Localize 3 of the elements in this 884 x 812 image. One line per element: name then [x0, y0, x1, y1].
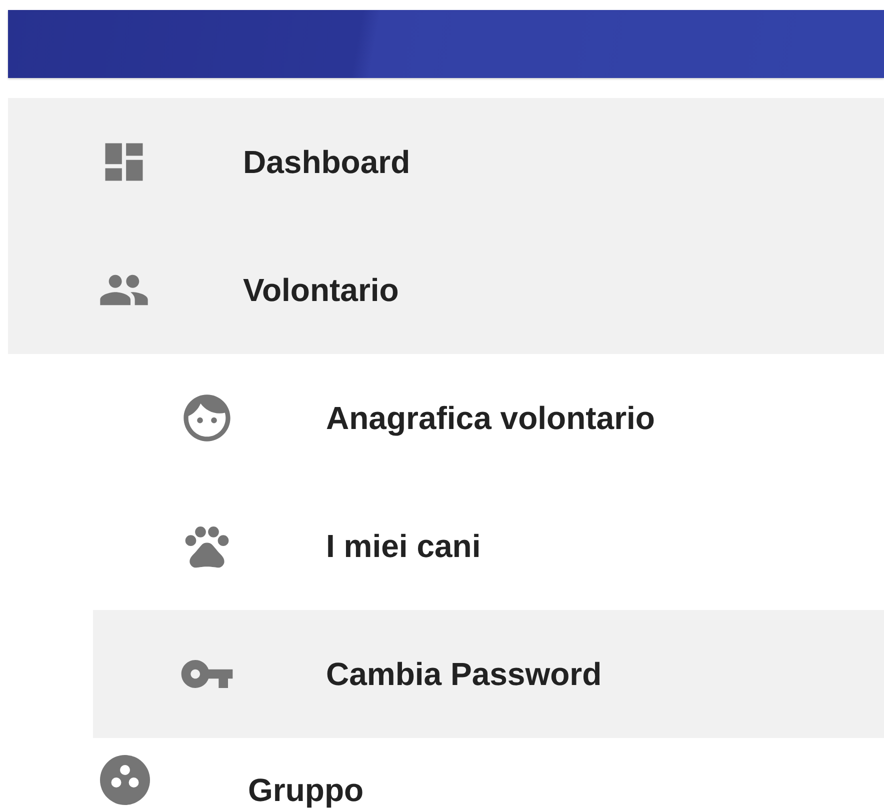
menu-item[interactable]: Dashboard [8, 98, 884, 226]
submenu-item[interactable]: Cambia Password [93, 610, 884, 738]
menu-item[interactable]: Volontario [8, 226, 884, 354]
